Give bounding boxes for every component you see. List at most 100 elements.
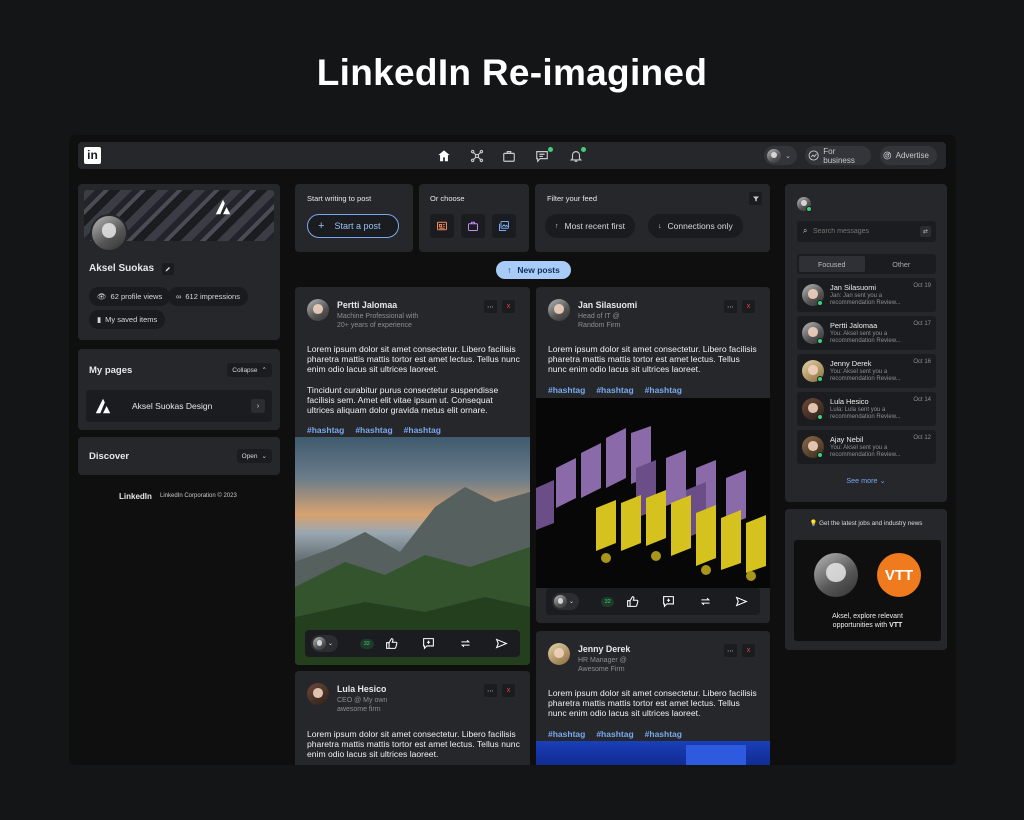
react-as-selector[interactable]: ⌄ [311, 635, 339, 652]
message-item-jan-silasuomi[interactable]: Jan Silasuomi Jan: Jan sent you a recomm… [797, 278, 936, 312]
tab-focused[interactable]: Focused [799, 256, 865, 272]
like-thumb-icon[interactable] [614, 595, 650, 608]
advertise-button[interactable]: Advertise [880, 146, 937, 165]
online-indicator [817, 452, 823, 458]
avatar[interactable] [307, 683, 329, 705]
or-choose-label: Or choose [430, 194, 465, 203]
post-body: Lorem ipsum dolor sit amet consectetur. … [307, 729, 520, 760]
more-options-icon[interactable]: ⋯ [484, 684, 497, 697]
comment-plus-icon[interactable] [410, 637, 447, 650]
react-as-selector[interactable]: ⌄ [552, 593, 579, 610]
impressions-chip[interactable]: ∞ 612 impressions [168, 287, 248, 306]
profile-avatar[interactable] [90, 214, 128, 252]
article-icon[interactable] [430, 214, 454, 238]
network-icon[interactable] [468, 147, 485, 164]
avatar[interactable] [548, 299, 570, 321]
hashtag-link[interactable]: #hashtag [307, 425, 344, 435]
filter-settings-icon[interactable] [749, 192, 762, 205]
post-paragraph: Lorem ipsum dolor sit amet consectetur. … [307, 729, 520, 760]
send-icon[interactable] [724, 595, 760, 608]
headline-line: Head of IT @ [578, 313, 620, 320]
compose-swap-icon[interactable]: ⇄ [920, 226, 931, 237]
more-options-icon[interactable]: ⋯ [724, 300, 737, 313]
saved-items-chip[interactable]: ▮ My saved items [89, 310, 166, 329]
brand-logo-icon [215, 199, 231, 215]
message-item-pertti-jalomaa[interactable]: Pertti Jalomaa You: Aksel sent you a rec… [797, 316, 936, 350]
close-icon[interactable]: x [502, 300, 515, 313]
bookmark-icon: ▮ [97, 315, 102, 324]
linkedin-logo[interactable]: in [84, 147, 101, 164]
hashtag-link[interactable]: #hashtag [355, 425, 392, 435]
tab-other[interactable]: Other [869, 256, 935, 272]
new-posts-button[interactable]: ↑ New posts [496, 261, 571, 279]
post-author-name[interactable]: Lula Hesico [337, 684, 386, 694]
post-author-name[interactable]: Jan Silasuomi [578, 300, 637, 310]
hashtag-link[interactable]: #hashtag [645, 385, 682, 395]
message-sender: Ajay Nebil [830, 435, 864, 444]
promo-line-prefix: opportunities with [832, 622, 890, 629]
chevron-right-icon[interactable]: › [251, 399, 265, 413]
open-button[interactable]: Open ⌄ [236, 449, 272, 463]
hashtag-link[interactable]: #hashtag [596, 385, 633, 395]
chevron-down-icon: ⌄ [879, 476, 886, 485]
collapse-button[interactable]: Collapse ⌃ [227, 363, 272, 377]
avatar[interactable] [307, 299, 329, 321]
home-icon[interactable] [435, 147, 452, 164]
for-business-button[interactable]: For business [805, 146, 871, 165]
search-messages-field[interactable]: ⌕ ⇄ [797, 221, 936, 242]
messaging-badge [548, 147, 553, 152]
profile-views-chip[interactable]: 👁 62 profile views [89, 287, 171, 306]
post-author-name[interactable]: Pertti Jalomaa [337, 300, 397, 310]
collapse-label: Collapse [232, 366, 258, 374]
more-options-icon[interactable]: ⋯ [484, 300, 497, 313]
jobs-briefcase-icon[interactable] [500, 147, 517, 164]
hashtag-link[interactable]: #hashtag [596, 729, 633, 739]
close-icon[interactable]: x [742, 300, 755, 313]
repost-icon[interactable] [687, 595, 723, 608]
hashtag-link[interactable]: #hashtag [548, 385, 585, 395]
close-icon[interactable]: x [742, 644, 755, 657]
comment-plus-icon[interactable] [651, 595, 687, 608]
start-post-button[interactable]: + Start a post [307, 214, 399, 238]
saved-items-label: My saved items [105, 315, 158, 324]
search-input[interactable] [813, 225, 913, 238]
most-recent-filter[interactable]: ↑ Most recent first [545, 214, 635, 238]
online-indicator [806, 206, 812, 212]
repost-icon[interactable] [447, 637, 484, 650]
online-indicator [817, 300, 823, 306]
profile-name[interactable]: Aksel Suokas [89, 263, 154, 274]
message-item-lula-hesico[interactable]: Lula Hesico Lula: Lula sent you a recomm… [797, 392, 936, 426]
hashtag-link[interactable]: #hashtag [548, 729, 585, 739]
post-author-name[interactable]: Jenny Derek [578, 644, 630, 654]
vtt-logo: VTT [877, 553, 921, 597]
see-more-label: See more [846, 476, 878, 485]
see-more-link[interactable]: See more ⌄ [785, 476, 947, 485]
headline-line: awesome firm [337, 706, 381, 713]
post-author-headline: CEO @ My own awesome firm [337, 696, 387, 714]
job-briefcase-icon[interactable] [461, 214, 485, 238]
message-item-jenny-derek[interactable]: Jenny Derek You: Aksel sent you a recomm… [797, 354, 936, 388]
close-icon[interactable]: x [502, 684, 515, 697]
message-item-ajay-nebil[interactable]: Ajay Nebil You: Aksel sent you a recomme… [797, 430, 936, 464]
hashtag-link[interactable]: #hashtag [404, 425, 441, 435]
message-sender: Pertti Jalomaa [830, 321, 878, 330]
like-thumb-icon[interactable] [374, 637, 411, 650]
connections-only-filter[interactable]: ↓ Connections only [648, 214, 743, 238]
post-image-abstract-3d[interactable] [536, 398, 770, 588]
media-gallery-icon[interactable] [492, 214, 516, 238]
online-indicator [817, 338, 823, 344]
edit-pencil-icon[interactable] [162, 263, 174, 275]
feed-post: Pertti Jalomaa Machine Professional with… [295, 287, 530, 665]
post-controls: ⋯ x [724, 300, 758, 313]
page-item-aksel-suokas-design[interactable]: Aksel Suokas Design › [86, 390, 272, 422]
send-icon[interactable] [483, 637, 520, 650]
post-image-stage[interactable] [536, 741, 770, 765]
post-body: Lorem ipsum dolor sit amet consectetur. … [548, 688, 760, 719]
profile-menu[interactable]: ⌄ [764, 146, 797, 165]
new-posts-label: New posts [517, 265, 560, 275]
promo-content[interactable]: VTT Aksel, explore relevant opportunitie… [794, 540, 941, 641]
hashtag-link[interactable]: #hashtag [645, 729, 682, 739]
avatar[interactable] [548, 643, 570, 665]
messages-panel: ⌕ ⇄ Focused Other Jan Silasuomi Jan: Jan… [785, 184, 947, 502]
more-options-icon[interactable]: ⋯ [724, 644, 737, 657]
